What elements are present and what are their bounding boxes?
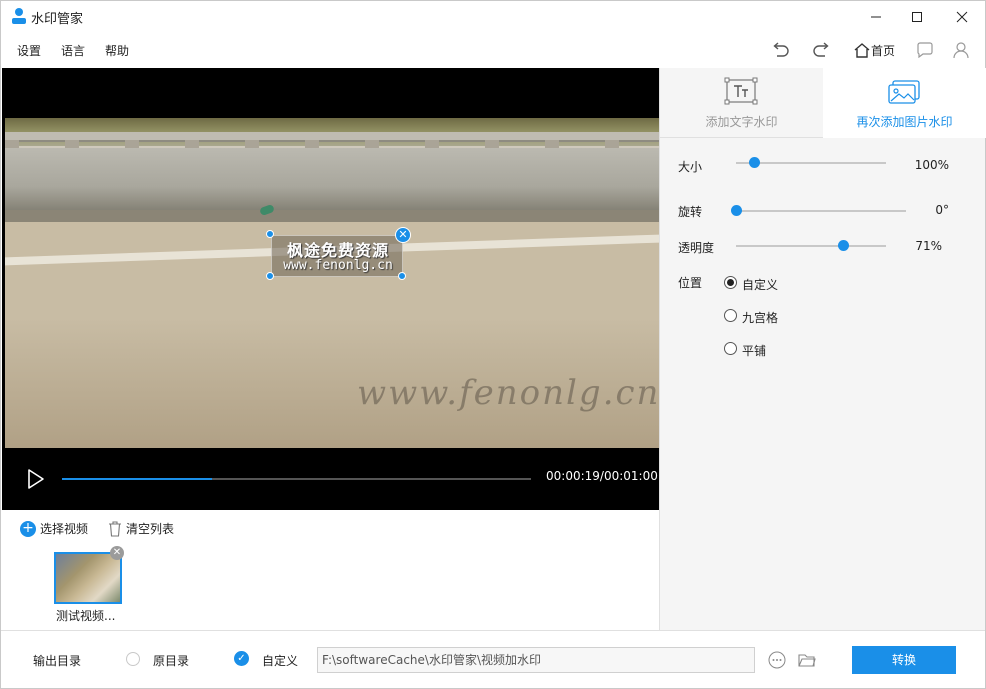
size-slider-thumb[interactable] [749, 157, 760, 168]
concrete-barrier [5, 148, 659, 218]
feedback-button[interactable] [914, 40, 936, 60]
progress-bar[interactable] [62, 478, 531, 480]
undo-icon [773, 42, 789, 57]
position-custom-label[interactable]: 自定义 [742, 276, 778, 293]
redo-icon [813, 42, 829, 57]
rotate-slider[interactable] [731, 205, 906, 216]
opacity-slider[interactable] [736, 240, 886, 251]
image-watermark-overlay[interactable]: 枫途免费资源 www.fenonlg.cn [271, 235, 403, 277]
home-label[interactable]: 首页 [871, 42, 895, 59]
tab-add-image-watermark-label: 再次添加图片水印 [856, 115, 953, 129]
opacity-slider-thumb[interactable] [837, 240, 849, 251]
title-bar: 水印管家 [1, 1, 985, 32]
remove-video-icon[interactable]: ✕ [110, 546, 124, 560]
resize-handle-bottom-left[interactable] [266, 272, 274, 280]
time-display: 00:00:19/00:01:00 [546, 469, 658, 483]
burned-in-watermark-text: www.fenonlg.cn [357, 373, 659, 413]
home-button[interactable] [851, 40, 873, 60]
resize-handle-top-left[interactable] [266, 230, 274, 238]
maximize-icon [912, 11, 922, 22]
position-tile-label[interactable]: 平铺 [742, 342, 766, 359]
video-frame: www.fenonlg.cn [5, 118, 659, 448]
output-dir-label: 输出目录 [33, 654, 82, 668]
close-button[interactable] [939, 1, 985, 32]
menu-settings[interactable]: 设置 [17, 42, 41, 59]
account-button[interactable] [950, 40, 972, 60]
custom-dir-label[interactable]: 自定义 [262, 652, 298, 669]
folder-icon[interactable] [798, 651, 816, 669]
user-icon [953, 42, 969, 59]
home-icon [854, 43, 870, 58]
size-value: 100% [914, 158, 949, 172]
maximize-button[interactable] [894, 1, 940, 32]
output-path-field[interactable]: F:\softwareCache\水印管家\视频加水印 [317, 647, 755, 673]
minimize-button[interactable] [853, 1, 899, 32]
barrier-base [5, 210, 659, 222]
app-window: 水印管家 设置 语言 帮助 首页 www.fenonlg.cn 枫途免费资源 w… [0, 0, 986, 689]
video-list: + 选择视频 清空列表 ✕ 测试视频... [2, 510, 659, 630]
menu-help[interactable]: 帮助 [105, 42, 129, 59]
video-preview[interactable]: www.fenonlg.cn 枫途免费资源 www.fenonlg.cn ✕ [2, 68, 659, 448]
tab-add-image-watermark[interactable]: 再次添加图片水印 [823, 68, 986, 138]
menu-language[interactable]: 语言 [61, 42, 85, 59]
menu-bar: 设置 语言 帮助 首页 [1, 32, 985, 68]
tab-add-text-watermark[interactable]: 添加文字水印 [660, 68, 823, 138]
original-dir-radio[interactable] [126, 652, 140, 666]
size-label: 大小 [678, 160, 703, 174]
plus-icon: + [20, 520, 36, 537]
size-slider[interactable] [736, 157, 886, 168]
remove-watermark-button[interactable]: ✕ [395, 227, 411, 243]
undo-button[interactable] [769, 40, 791, 60]
image-watermark-icon [888, 80, 920, 104]
window-title: 水印管家 [31, 12, 84, 27]
close-icon [956, 11, 968, 22]
user-icon [12, 8, 26, 24]
position-label: 位置 [678, 276, 703, 290]
position-grid-label[interactable]: 九宫格 [742, 309, 778, 326]
resize-handle-bottom-right[interactable] [398, 272, 406, 280]
minimize-icon [871, 16, 881, 17]
position-tile-radio[interactable] [724, 342, 737, 355]
custom-dir-radio[interactable]: ✓ [234, 651, 249, 666]
opacity-value: 71% [915, 239, 942, 253]
redo-button[interactable] [811, 40, 833, 60]
original-dir-label[interactable]: 原目录 [153, 652, 189, 669]
text-watermark-icon [724, 77, 758, 105]
clear-list-label: 清空列表 [126, 522, 175, 536]
rotate-slider-thumb[interactable] [731, 205, 742, 216]
more-options-icon[interactable] [768, 651, 786, 669]
player-controls: 00:00:19/00:01:00 [2, 448, 659, 510]
video-thumbnail[interactable] [54, 552, 122, 604]
watermark-settings-panel: 添加文字水印 再次添加图片水印 大小 100% 旋转 0° 透明度 71% 位置… [659, 68, 986, 630]
watermark-line-2: www.fenonlg.cn [283, 258, 393, 273]
select-video-label: 选择视频 [40, 522, 89, 536]
position-custom-radio[interactable] [724, 276, 737, 289]
chat-icon [917, 42, 933, 58]
rotate-label: 旋转 [678, 205, 703, 219]
clear-list-button[interactable]: 清空列表 [108, 520, 174, 537]
select-video-button[interactable]: + 选择视频 [20, 520, 88, 537]
video-name: 测试视频... [56, 609, 116, 623]
convert-button[interactable]: 转换 [852, 646, 956, 674]
tab-add-text-watermark-label: 添加文字水印 [705, 115, 778, 129]
output-bar: 输出目录 原目录 ✓ 自定义 F:\softwareCache\水印管家\视频加… [1, 630, 985, 688]
position-grid-radio[interactable] [724, 309, 737, 322]
play-icon[interactable] [24, 468, 46, 490]
opacity-label: 透明度 [678, 241, 715, 255]
trash-icon [109, 520, 121, 537]
rotate-value: 0° [935, 203, 949, 217]
progress-fill [62, 478, 213, 480]
